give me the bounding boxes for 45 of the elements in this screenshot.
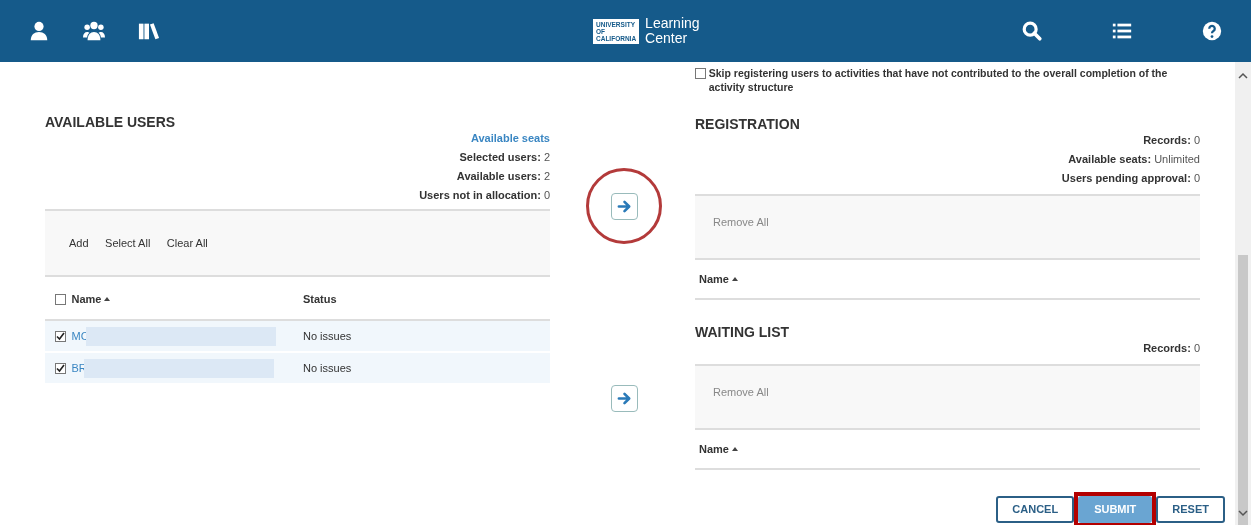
status-text: No issues (303, 360, 352, 376)
users-icon[interactable] (83, 20, 105, 42)
action-link[interactable]: Clear All (166, 234, 208, 252)
option-label: Skip registering users to activities that have not contributed to the overall completion of the activity structure (708, 66, 1169, 94)
sort-ascending-icon[interactable] (104, 297, 111, 301)
section-title: REGISTRATION (695, 115, 801, 134)
app-title: Learning Center (645, 16, 700, 46)
summary-stat: Records: 0 (1143, 133, 1200, 148)
action-link[interactable]: Remove All (713, 384, 769, 401)
user-icon[interactable] (28, 20, 50, 42)
action-link[interactable]: Select All (105, 234, 151, 252)
move-right-button[interactable] (610, 384, 638, 412)
section-title: WAITING LIST (695, 323, 791, 342)
action-button[interactable]: CANCEL (996, 496, 1075, 523)
checkbox[interactable] (695, 68, 706, 79)
sort-ascending-icon[interactable] (731, 447, 738, 451)
arrow-right-icon (616, 390, 632, 406)
available-seats-link[interactable]: Available seats (470, 129, 550, 148)
checkbox[interactable] (55, 293, 66, 305)
scroll-up-icon[interactable] (1238, 72, 1248, 80)
help-icon[interactable] (1201, 20, 1223, 42)
move-right-button[interactable] (610, 192, 638, 220)
search-icon[interactable] (1021, 20, 1043, 42)
checkbox[interactable] (55, 362, 66, 374)
arrow-right-icon (616, 198, 632, 214)
action-link[interactable]: Remove All (713, 214, 769, 231)
summary-stat: Available users: 2 (456, 169, 550, 184)
column-header[interactable]: Name (71, 290, 111, 308)
action-button[interactable]: RESET (1156, 496, 1225, 523)
books-icon[interactable] (138, 20, 160, 42)
column-header[interactable]: Name (699, 270, 738, 288)
summary-stat: Available seats: Unlimited (1068, 152, 1200, 167)
scrollbar[interactable] (1235, 62, 1251, 525)
action-link[interactable]: Add (69, 234, 89, 252)
sort-ascending-icon[interactable] (731, 277, 738, 281)
summary-stat: Users not in allocation: 0 (419, 188, 550, 203)
checkbox[interactable] (55, 330, 66, 342)
summary-stat: Users pending approval: 0 (1061, 171, 1200, 186)
summary-stat: Selected users: 2 (459, 150, 550, 165)
status-text: No issues (303, 328, 352, 344)
column-header[interactable]: Status (303, 290, 337, 308)
summary-stat: Records: 0 (1143, 341, 1200, 356)
column-header[interactable]: Name (699, 440, 738, 458)
section-title: AVAILABLE USERS (45, 113, 177, 132)
scroll-down-icon[interactable] (1238, 509, 1248, 517)
